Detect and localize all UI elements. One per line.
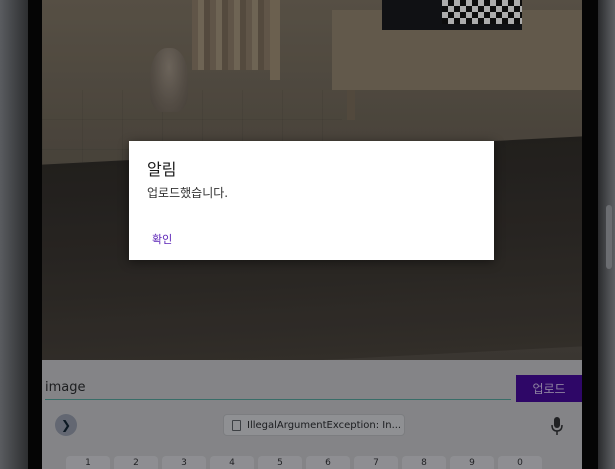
alert-dialog: 알림 업로드했습니다. 확인 bbox=[129, 141, 494, 260]
phone-screen: image 업로드 ❯ IllegalArgumentException: In… bbox=[42, 0, 582, 469]
device-frame-left bbox=[0, 0, 30, 469]
confirm-button[interactable]: 확인 bbox=[144, 229, 180, 251]
dialog-title: 알림 bbox=[147, 160, 177, 179]
dialog-message: 업로드했습니다. bbox=[147, 186, 229, 200]
screen-border-left bbox=[28, 0, 42, 469]
screenshot: image 업로드 ❯ IllegalArgumentException: In… bbox=[0, 0, 615, 469]
side-button bbox=[606, 205, 612, 269]
